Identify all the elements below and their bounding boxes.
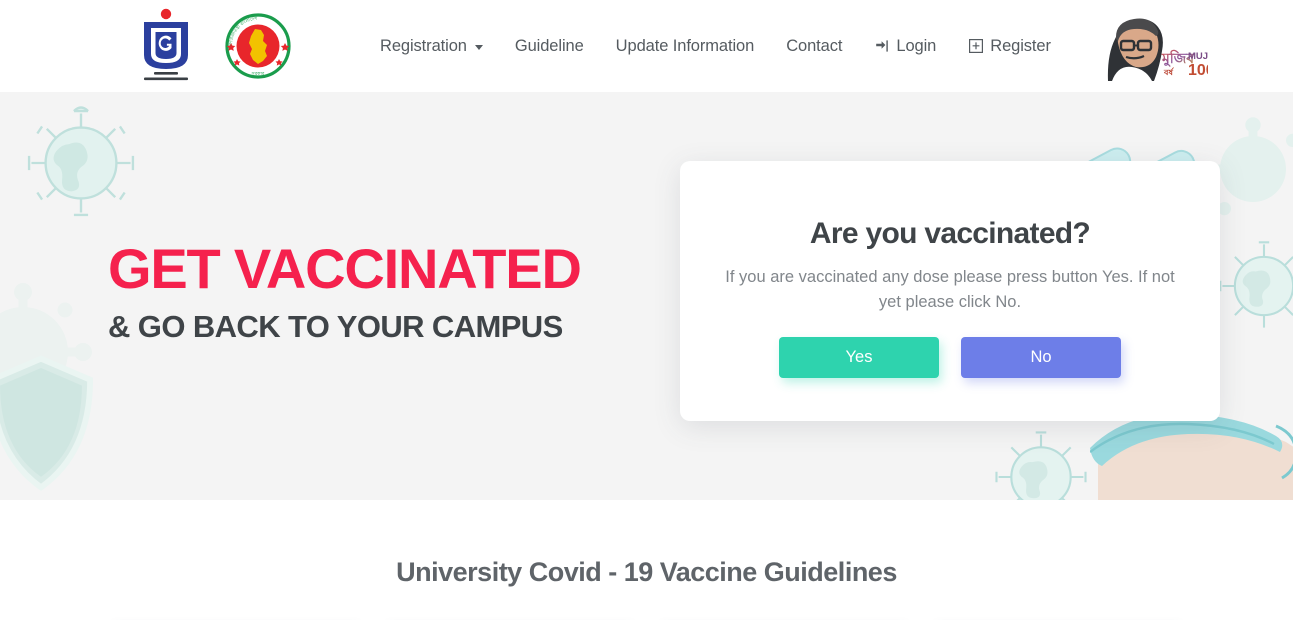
nav-item-register-label: Register <box>990 36 1051 55</box>
hero-subtitle: & GO BACK TO YOUR CAMPUS <box>108 308 563 344</box>
bangladesh-government-seal[interactable]: গণপ্রজাতন্ত্রী বাংলাদেশ সরকার <box>224 12 292 80</box>
nav-item-login-label: Login <box>896 36 937 55</box>
vaccination-card-title: Are you vaccinated? <box>809 217 1091 250</box>
sign-in-icon <box>874 38 890 54</box>
no-button[interactable]: No <box>961 336 1121 378</box>
mujib-100-logo-icon: মুজিব বর্ষ MUJIB 100 <box>1107 18 1218 81</box>
mujib-100-logo[interactable]: মুজিব বর্ষ MUJIB 100 <box>1088 3 1218 89</box>
nav-item-contact[interactable]: Contact <box>770 29 858 64</box>
hero-title: GET VACCINATED <box>108 237 582 300</box>
svg-text:সরকার: সরকার <box>251 71 265 76</box>
coronavirus-illustration-bottom <box>995 431 1087 500</box>
mujib-100-number: 100 <box>1188 62 1208 79</box>
coronavirus-illustration <box>27 106 135 217</box>
main-navigation: Registration Guideline Update Informatio… <box>364 29 1067 64</box>
hero-copy: GET VACCINATED & GO BACK TO YOUR CAMPUS <box>108 237 582 345</box>
nav-item-update-information[interactable]: Update Information <box>600 29 771 64</box>
vaccination-card-actions: Yes No <box>680 336 1220 378</box>
ugc-logo-icon <box>144 8 188 81</box>
hero-section: GET VACCINATED & GO BACK TO YOUR CAMPUS … <box>0 92 1293 500</box>
coronavirus-illustration-faded <box>0 283 92 421</box>
chevron-down-icon <box>474 45 483 50</box>
nav-item-register[interactable]: Register <box>952 29 1067 64</box>
guidelines-title: University Covid - 19 Vaccine Guidelines <box>396 557 897 587</box>
yes-button[interactable]: Yes <box>779 336 939 378</box>
nav-item-registration[interactable]: Registration <box>364 29 499 64</box>
nav-item-guideline[interactable]: Guideline <box>499 29 600 64</box>
nav-item-guideline-label: Guideline <box>514 36 584 55</box>
plus-square-icon <box>968 38 984 54</box>
nav-item-update-information-label: Update Information <box>615 36 755 55</box>
coronavirus-illustration-right-mid <box>1219 241 1293 328</box>
mujib-english-text: MUJIB <box>1188 51 1208 62</box>
nav-item-contact-label: Contact <box>786 36 843 55</box>
face-mask-illustration <box>1090 413 1293 500</box>
ugc-logo[interactable] <box>130 7 202 85</box>
vaccination-question-card: Are you vaccinated? If you are vaccinate… <box>680 161 1220 421</box>
site-header: গণপ্রজাতন্ত্রী বাংলাদেশ সরকার Registrati… <box>0 0 1293 92</box>
borsho-bangla-text: বর্ষ <box>1163 67 1175 77</box>
vaccination-card-description: If you are vaccinated any dose please pr… <box>725 268 1175 311</box>
nav-item-login[interactable]: Login <box>858 29 952 64</box>
nav-item-registration-label: Registration <box>380 36 467 55</box>
guidelines-section: University Covid - 19 Vaccine Guidelines <box>0 500 1293 620</box>
page-root: গণপ্রজাতন্ত্রী বাংলাদেশ সরকার Registrati… <box>0 0 1293 620</box>
shield-illustration <box>0 355 94 491</box>
brand-logos: গণপ্রজাতন্ত্রী বাংলাদেশ সরকার <box>130 7 292 85</box>
gov-seal-icon: গণপ্রজাতন্ত্রী বাংলাদেশ সরকার <box>225 13 291 79</box>
